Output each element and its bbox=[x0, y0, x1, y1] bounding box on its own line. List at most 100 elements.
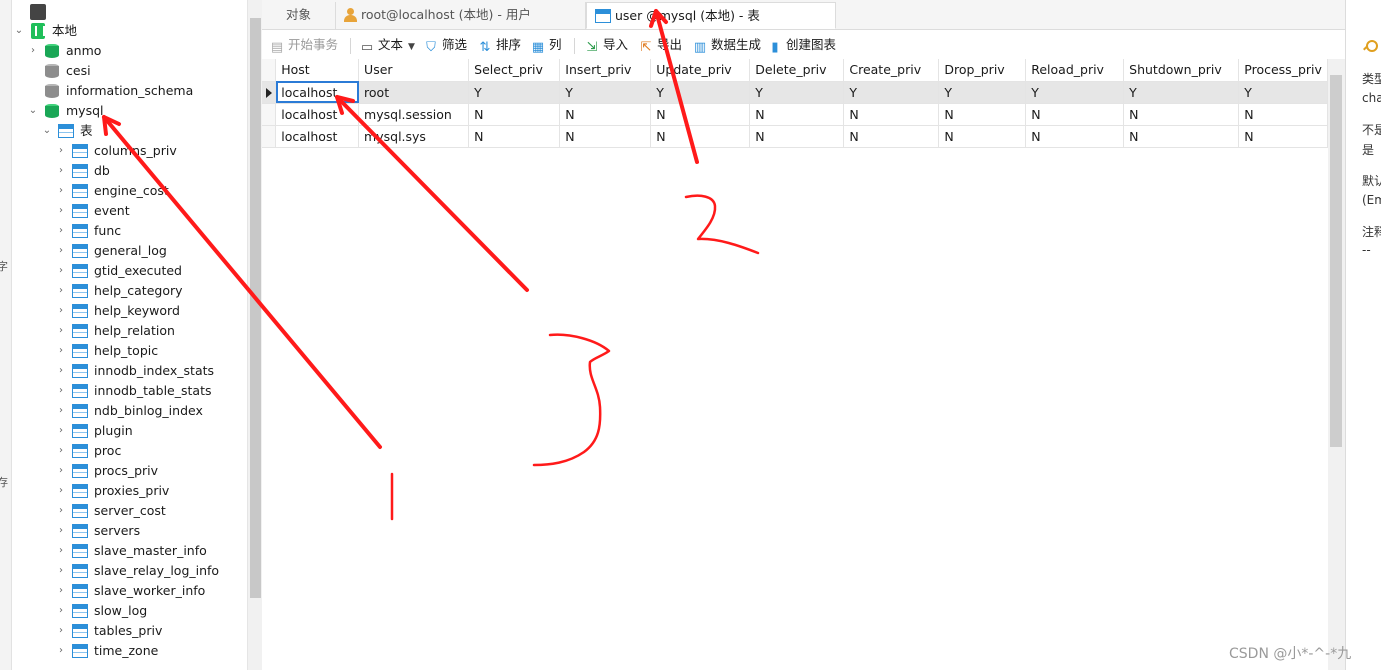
scrollbar-thumb[interactable] bbox=[250, 18, 261, 598]
chevron-right-icon[interactable]: › bbox=[56, 646, 66, 656]
table-cell[interactable]: Y bbox=[749, 81, 845, 104]
chevron-right-icon[interactable]: › bbox=[56, 446, 66, 456]
column-header[interactable]: Process_priv bbox=[1238, 59, 1328, 82]
tree-table-item[interactable]: › ndb_binlog_index bbox=[12, 401, 247, 421]
import-button[interactable]: ⇲ 导入 bbox=[585, 36, 628, 55]
chevron-right-icon[interactable]: › bbox=[56, 286, 66, 296]
tree-db-anmo[interactable]: › anmo bbox=[12, 41, 247, 61]
table-row[interactable]: localhost mysql.sys N N N N N N N N N bbox=[262, 125, 1328, 148]
chevron-right-icon[interactable]: › bbox=[56, 406, 66, 416]
chevron-right-icon[interactable]: › bbox=[56, 346, 66, 356]
chevron-right-icon[interactable]: › bbox=[56, 166, 66, 176]
table-cell[interactable]: N bbox=[843, 103, 940, 126]
row-indicator[interactable] bbox=[262, 125, 277, 148]
table-cell[interactable]: N bbox=[938, 125, 1027, 148]
grid-scrollbar[interactable] bbox=[1328, 59, 1345, 670]
tree-table-item[interactable]: › proxies_priv bbox=[12, 481, 247, 501]
table-cell[interactable]: N bbox=[1123, 125, 1240, 148]
table-cell[interactable]: localhost bbox=[275, 125, 360, 148]
chevron-right-icon[interactable]: › bbox=[56, 326, 66, 336]
row-indicator[interactable] bbox=[262, 81, 277, 104]
scrollbar-thumb[interactable] bbox=[1330, 75, 1342, 447]
table-cell[interactable]: N bbox=[650, 103, 751, 126]
tree-db-cesi[interactable]: cesi bbox=[12, 61, 247, 81]
export-button[interactable]: ⇱ 导出 bbox=[639, 36, 682, 55]
chevron-right-icon[interactable]: › bbox=[56, 606, 66, 616]
begin-transaction-button[interactable]: ▤ 开始事务 bbox=[270, 36, 338, 55]
tree-table-item[interactable]: › help_keyword bbox=[12, 301, 247, 321]
table-cell[interactable]: N bbox=[1025, 103, 1125, 126]
tree-table-item[interactable]: › slave_worker_info bbox=[12, 581, 247, 601]
chevron-right-icon[interactable]: › bbox=[56, 566, 66, 576]
data-generation-button[interactable]: ▥ 数据生成 bbox=[693, 36, 761, 55]
table-cell[interactable]: localhost bbox=[275, 103, 360, 126]
table-cell[interactable]: Y bbox=[1123, 81, 1240, 104]
table-row[interactable]: localhost root Y Y Y Y Y Y Y Y Y bbox=[262, 81, 1328, 104]
chevron-right-icon[interactable]: › bbox=[56, 586, 66, 596]
tree-connection-local[interactable]: ⌄ 本地 bbox=[12, 21, 247, 41]
tree-db-information-schema[interactable]: information_schema bbox=[12, 81, 247, 101]
column-header[interactable]: Update_priv bbox=[650, 59, 751, 82]
text-button[interactable]: ▭ 文本 ▼ bbox=[360, 36, 415, 55]
chevron-right-icon[interactable]: › bbox=[56, 386, 66, 396]
tree-table-item[interactable]: › slave_master_info bbox=[12, 541, 247, 561]
chevron-down-icon[interactable]: ⌄ bbox=[14, 26, 24, 36]
chevron-right-icon[interactable]: › bbox=[28, 46, 38, 56]
table-cell[interactable]: Y bbox=[1238, 81, 1328, 104]
chevron-right-icon[interactable]: › bbox=[56, 626, 66, 636]
tree-table-item[interactable]: › time_zone bbox=[12, 641, 247, 661]
chevron-right-icon[interactable]: › bbox=[56, 226, 66, 236]
column-header[interactable]: Host bbox=[275, 59, 360, 82]
chevron-down-icon[interactable]: ⌄ bbox=[42, 126, 52, 136]
tree-table-item[interactable]: › slave_relay_log_info bbox=[12, 561, 247, 581]
tab-objects[interactable]: 对象 bbox=[262, 2, 336, 29]
column-header[interactable]: Shutdown_priv bbox=[1123, 59, 1240, 82]
tree-table-item[interactable]: › procs_priv bbox=[12, 461, 247, 481]
column-header[interactable]: Insert_priv bbox=[559, 59, 652, 82]
table-cell[interactable]: Y bbox=[650, 81, 751, 104]
chevron-right-icon[interactable]: › bbox=[56, 486, 66, 496]
table-row[interactable]: localhost mysql.session N N N N N N N N N bbox=[262, 103, 1328, 126]
column-header[interactable]: Reload_priv bbox=[1025, 59, 1125, 82]
row-indicator[interactable] bbox=[262, 103, 277, 126]
column-header[interactable]: Drop_priv bbox=[938, 59, 1027, 82]
chevron-right-icon[interactable]: › bbox=[56, 526, 66, 536]
chevron-right-icon[interactable]: › bbox=[56, 246, 66, 256]
tree-table-item[interactable]: › db bbox=[12, 161, 247, 181]
tree-table-item[interactable]: › help_relation bbox=[12, 321, 247, 341]
table-cell[interactable]: mysql.session bbox=[358, 103, 470, 126]
tree-db-mysql[interactable]: ⌄ mysql bbox=[12, 101, 247, 121]
column-header[interactable]: User bbox=[358, 59, 470, 82]
tree-table-item[interactable]: › innodb_index_stats bbox=[12, 361, 247, 381]
chevron-right-icon[interactable]: › bbox=[56, 206, 66, 216]
tree-table-item[interactable]: › server_cost bbox=[12, 501, 247, 521]
tree-table-item[interactable]: › servers bbox=[12, 521, 247, 541]
tree-table-item[interactable]: › func bbox=[12, 221, 247, 241]
table-cell[interactable]: N bbox=[1025, 125, 1125, 148]
create-chart-button[interactable]: ▮ 创建图表 bbox=[768, 36, 836, 55]
chevron-right-icon[interactable]: › bbox=[56, 426, 66, 436]
table-cell[interactable]: N bbox=[843, 125, 940, 148]
table-cell[interactable]: N bbox=[1238, 125, 1328, 148]
table-cell[interactable]: N bbox=[749, 125, 845, 148]
tree-table-item[interactable]: › plugin bbox=[12, 421, 247, 441]
tree-table-item[interactable]: › tables_priv bbox=[12, 621, 247, 641]
table-cell[interactable]: N bbox=[559, 103, 652, 126]
table-cell[interactable]: Y bbox=[1025, 81, 1125, 104]
table-cell[interactable]: N bbox=[468, 103, 561, 126]
chevron-right-icon[interactable]: › bbox=[56, 506, 66, 516]
table-cell[interactable]: Y bbox=[468, 81, 561, 104]
tree-table-item[interactable]: › columns_priv bbox=[12, 141, 247, 161]
chevron-right-icon[interactable]: › bbox=[56, 266, 66, 276]
tree-table-item[interactable]: › gtid_executed bbox=[12, 261, 247, 281]
chevron-down-icon[interactable]: ⌄ bbox=[28, 106, 38, 116]
table-cell[interactable]: mysql.sys bbox=[358, 125, 470, 148]
table-cell[interactable]: root bbox=[358, 81, 470, 104]
tree-table-item[interactable]: › innodb_table_stats bbox=[12, 381, 247, 401]
tree-table-item[interactable]: › slow_log bbox=[12, 601, 247, 621]
column-header[interactable]: Create_priv bbox=[843, 59, 940, 82]
tree-table-item[interactable]: › event bbox=[12, 201, 247, 221]
table-cell[interactable]: Y bbox=[843, 81, 940, 104]
table-cell[interactable]: Y bbox=[559, 81, 652, 104]
table-cell[interactable]: Y bbox=[938, 81, 1027, 104]
